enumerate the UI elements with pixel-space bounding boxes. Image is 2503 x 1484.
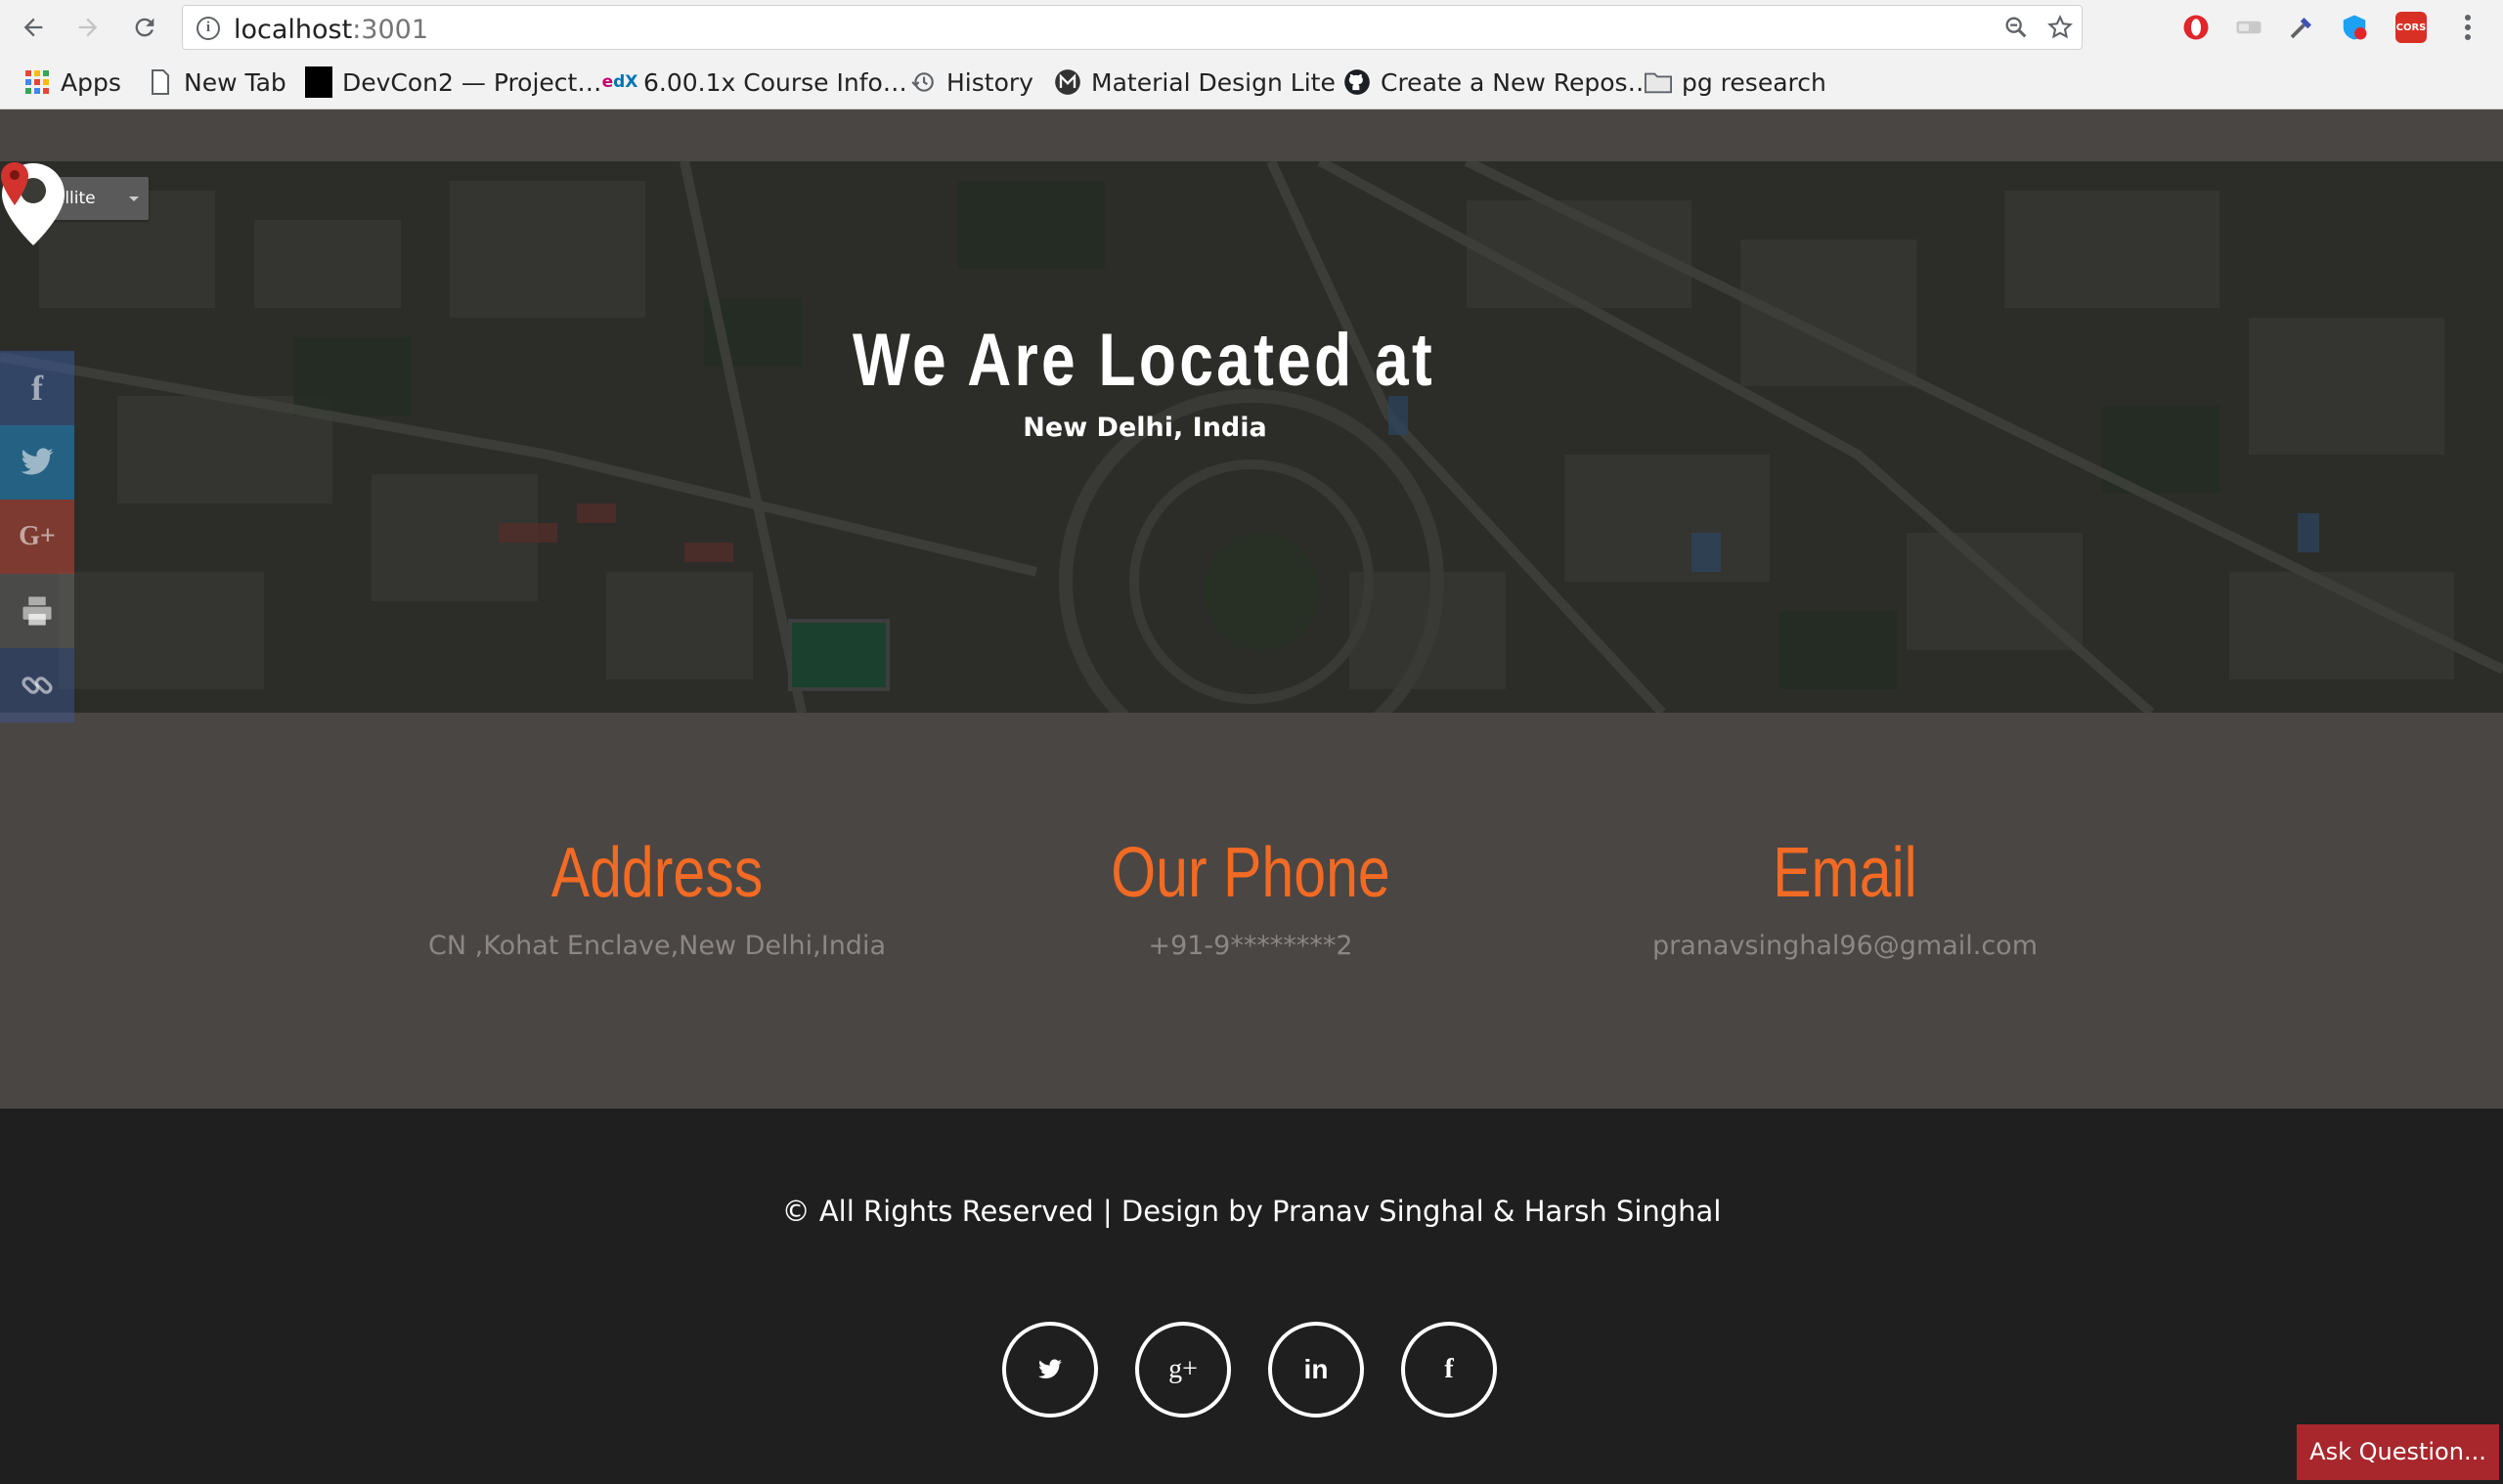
location-subtitle: New Delhi, India [1023, 413, 1267, 443]
bookmark-star-icon[interactable] [2045, 14, 2075, 43]
google-plus-icon: G+ [19, 521, 56, 551]
share-google-plus-button[interactable]: G+ [0, 500, 74, 574]
github-icon [1343, 68, 1371, 96]
bookmark-history[interactable]: History [909, 65, 1033, 100]
bookmark-apps[interactable]: Apps [23, 65, 121, 100]
twitter-icon [21, 448, 54, 475]
reload-icon [135, 18, 154, 37]
url-text: localhost:3001 [234, 15, 429, 45]
ask-question-button[interactable]: Ask Question... [2297, 1424, 2499, 1480]
arrow-right-icon [78, 18, 98, 37]
address-heading: Address [550, 834, 764, 912]
cors-extension-icon[interactable]: CORS [2395, 12, 2427, 43]
reload-button[interactable] [125, 8, 164, 47]
google-plus-icon: g+ [1168, 1354, 1198, 1384]
menu-kebab-icon[interactable] [2452, 12, 2483, 43]
twitter-link[interactable] [1002, 1322, 1098, 1418]
copyright-text: © All Rights Reserved | Design by Pranav… [781, 1195, 1722, 1228]
location-map[interactable]: Satellite We Are Located at New Delhi, I… [0, 161, 2503, 713]
history-icon [909, 68, 937, 96]
page-icon [147, 68, 174, 96]
zoom-icon[interactable] [2001, 14, 2031, 43]
bookmark-mdl[interactable]: Material Design Lite [1054, 65, 1336, 100]
bookmark-new-tab[interactable]: New Tab [147, 65, 286, 100]
email-value[interactable]: pranavsinghal96@gmail.com [1552, 931, 2138, 961]
phone-block: Our Phone +91-9********2 [957, 833, 1544, 961]
back-button[interactable] [14, 8, 53, 47]
twitter-icon [1038, 1359, 1062, 1378]
email-block: Email pranavsinghal96@gmail.com [1552, 833, 2138, 961]
share-sidebar: f G+ [0, 351, 74, 722]
contact-section: Address CN ,Kohat Enclave,New Delhi,Indi… [0, 716, 2503, 1111]
toggle-extension-icon[interactable] [2233, 12, 2264, 43]
edx-icon: edX [601, 72, 638, 92]
linkedin-link[interactable]: in [1268, 1322, 1364, 1418]
web-page: Satellite We Are Located at New Delhi, I… [0, 109, 2503, 1484]
facebook-link[interactable]: f [1401, 1322, 1497, 1418]
phone-heading: Our Phone [1111, 834, 1390, 912]
map-marker-icon[interactable] [0, 161, 29, 206]
link-icon [22, 677, 53, 694]
facebook-icon: f [31, 369, 43, 408]
bookmark-devcon[interactable]: DevCon2 — Project… [305, 65, 601, 100]
apps-grid-icon [23, 68, 51, 96]
location-title: We Are Located at [852, 319, 1436, 402]
arrow-left-icon [23, 18, 43, 37]
copy-link-button[interactable] [0, 648, 74, 722]
facebook-icon: f [1444, 1354, 1454, 1384]
bookmark-github[interactable]: Create a New Repos… [1343, 65, 1652, 100]
google-plus-link[interactable]: g+ [1135, 1322, 1231, 1418]
bookmark-edx[interactable]: edX 6.00.1x Course Info… [601, 65, 907, 100]
address-value: CN ,Kohat Enclave,New Delhi,India [428, 931, 886, 961]
share-facebook-button[interactable]: f [0, 351, 74, 425]
print-button[interactable] [0, 574, 74, 648]
linkedin-icon: in [1303, 1354, 1329, 1384]
mdl-icon [1054, 68, 1081, 96]
forward-button[interactable] [68, 8, 108, 47]
address-block: Address CN ,Kohat Enclave,New Delhi,Indi… [364, 833, 950, 961]
eyedropper-extension-icon[interactable] [2286, 12, 2317, 43]
phone-value: +91-9********2 [1148, 931, 1353, 961]
browser-toolbar: i localhost:3001 CORS [0, 0, 2503, 55]
social-links: g+ in f [1002, 1322, 1497, 1418]
chevron-down-icon [129, 196, 139, 201]
address-bar[interactable]: i localhost:3001 [182, 5, 2083, 50]
email-heading: Email [1773, 834, 1917, 912]
opera-extension-icon[interactable] [2180, 12, 2212, 43]
devcon-icon [305, 66, 332, 98]
info-icon[interactable]: i [197, 17, 220, 40]
bookmark-pg-research[interactable]: pg research [1645, 65, 1826, 100]
shield-extension-icon[interactable] [2339, 12, 2370, 43]
site-footer: © All Rights Reserved | Design by Pranav… [0, 1109, 2503, 1484]
bookmarks-bar: Apps New Tab DevCon2 — Project… edX 6.00… [0, 55, 2503, 109]
folder-icon [1645, 68, 1672, 96]
share-twitter-button[interactable] [0, 425, 74, 500]
print-icon [22, 596, 52, 626]
